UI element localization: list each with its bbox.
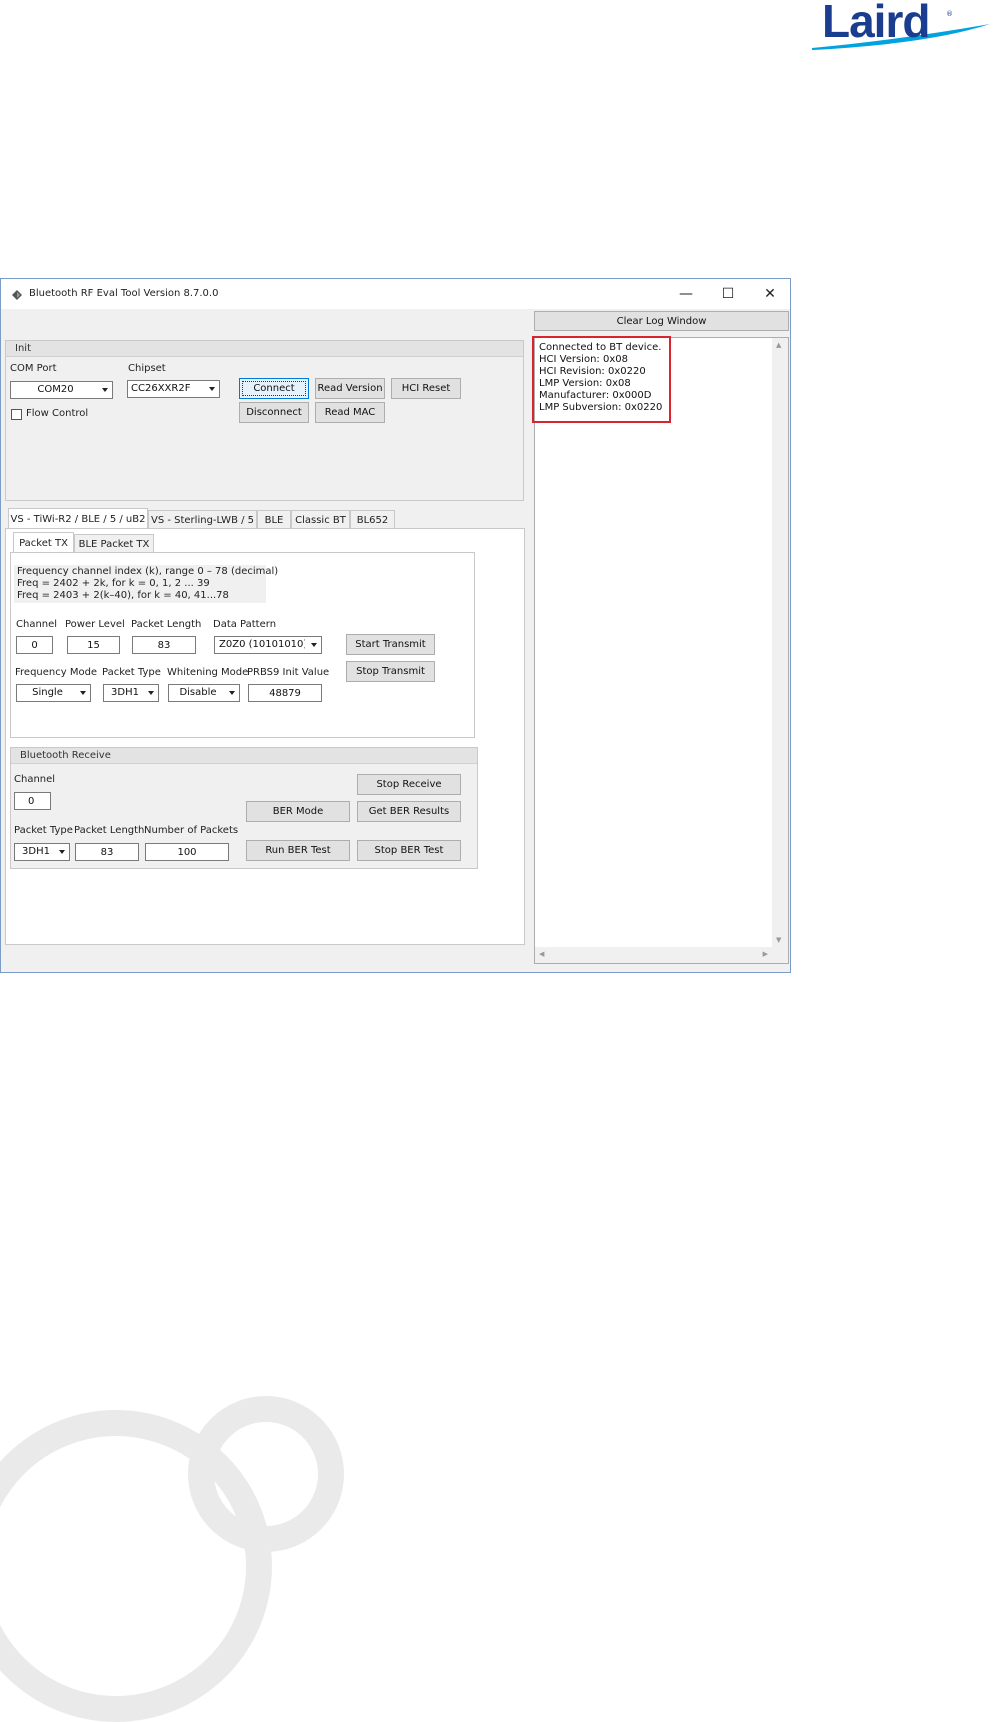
run-ber-test-button[interactable]: Run BER Test [246,840,350,861]
logo-registered-mark: ® [946,10,953,18]
scroll-right-icon[interactable]: ▶ [763,950,768,958]
app-icon [12,290,22,300]
maximize-button[interactable]: ☐ [706,279,750,309]
receive-group-header: Bluetooth Receive [11,748,477,764]
chevron-down-icon [148,691,154,695]
clear-log-button[interactable]: Clear Log Window [534,311,789,331]
read-mac-button[interactable]: Read MAC [315,402,385,423]
scrollbar-corner [772,947,788,963]
whitening-mode-select[interactable]: Disable [168,684,240,702]
data-pattern-value: Z0Z0 (10101010) [219,639,305,650]
com-port-label: COM Port [10,363,57,374]
data-pattern-label: Data Pattern [213,619,277,630]
init-group-header: Init [6,341,523,357]
rx-packet-type-value: 3DH1 [22,846,50,857]
hci-reset-button[interactable]: HCI Reset [391,378,461,399]
chevron-down-icon [209,387,215,391]
subtab-ble-packet-tx[interactable]: BLE Packet TX [74,534,154,553]
tab-tiwi[interactable]: VS - TiWi-R2 / BLE / 5 / uB2 [8,508,148,529]
rx-channel-label: Channel [14,774,56,785]
get-ber-results-button[interactable]: Get BER Results [357,801,461,822]
chevron-down-icon [229,691,235,695]
flow-control-checkbox[interactable] [11,409,22,420]
tab-classic-bt[interactable]: Classic BT [291,510,350,529]
com-port-select[interactable]: COM20 [10,381,113,399]
scroll-left-icon[interactable]: ◀ [539,950,544,958]
whitening-mode-value: Disable [179,687,217,698]
logo-text: Laird [822,0,930,47]
tx-channel-label: Channel [16,619,58,630]
number-of-packets-input[interactable]: 100 [145,843,229,861]
tab-bl652[interactable]: BL652 [350,510,395,529]
ber-mode-button[interactable]: BER Mode [246,801,350,822]
close-button[interactable]: ✕ [748,279,792,309]
chipset-select[interactable]: CC26XXR2F [127,380,220,398]
init-group-title: Init [15,343,31,354]
rx-channel-input[interactable]: 0 [14,792,51,810]
frequency-mode-select[interactable]: Single [16,684,91,702]
read-version-button[interactable]: Read Version [315,378,385,399]
number-of-packets-label: Number of Packets [144,825,239,836]
disconnect-button[interactable]: Disconnect [239,402,309,423]
stop-ber-test-button[interactable]: Stop BER Test [357,840,461,861]
chipset-value: CC26XXR2F [131,383,191,394]
minimize-button[interactable]: — [664,279,708,309]
close-icon: ✕ [764,286,776,302]
prbs9-input[interactable]: 48879 [248,684,322,702]
tx-info-line: Frequency channel index (k), range 0 – 7… [17,566,279,577]
tx-packet-type-select[interactable]: 3DH1 [103,684,159,702]
chevron-down-icon [59,850,65,854]
log-window[interactable]: Connected to BT device. HCI Version: 0x0… [534,337,789,964]
watermark-circle-small [188,1396,344,1552]
prbs9-label: PRBS9 Init Value [247,667,330,678]
power-level-input[interactable]: 15 [67,636,120,654]
maximize-icon: ☐ [721,286,735,302]
connect-button[interactable]: Connect [239,378,309,399]
frequency-mode-label: Frequency Mode [15,667,98,678]
receive-group-title: Bluetooth Receive [20,750,111,761]
highlight-box [532,336,671,423]
tx-packet-type-label: Packet Type [102,667,161,678]
scroll-down-icon[interactable]: ▼ [776,936,781,944]
stop-receive-button[interactable]: Stop Receive [357,774,461,795]
subtab-packet-tx[interactable]: Packet TX [13,532,74,553]
rx-packet-type-select[interactable]: 3DH1 [14,843,70,861]
scroll-up-icon[interactable]: ▲ [776,341,781,349]
chevron-down-icon [102,388,108,392]
window-title: Bluetooth RF Eval Tool Version 8.7.0.0 [29,288,219,299]
flow-control-label: Flow Control [26,408,89,419]
tx-packet-length-input[interactable]: 83 [132,636,196,654]
log-vertical-scrollbar[interactable]: ▲ ▼ [772,338,788,947]
tx-channel-input[interactable]: 0 [16,636,53,654]
data-pattern-select[interactable]: Z0Z0 (10101010) [214,636,322,654]
whitening-mode-label: Whitening Mode [167,667,249,678]
tab-sterling[interactable]: VS - Sterling-LWB / 5 [148,510,257,529]
minimize-icon: — [679,286,693,302]
frequency-mode-value: Single [32,687,63,698]
tx-info-line: Freq = 2403 + 2(k–40), for k = 40, 41...… [17,590,229,601]
log-horizontal-scrollbar[interactable]: ◀ ▶ [535,947,772,963]
power-level-label: Power Level [65,619,125,630]
start-transmit-button[interactable]: Start Transmit [346,634,435,655]
stop-transmit-button[interactable]: Stop Transmit [346,661,435,682]
tx-info-line: Freq = 2402 + 2k, for k = 0, 1, 2 ... 39 [17,578,210,589]
chipset-label: Chipset [128,363,166,374]
rx-packet-length-label: Packet Length [74,825,145,836]
chevron-down-icon [80,691,86,695]
tx-packet-length-label: Packet Length [131,619,202,630]
tx-packet-type-value: 3DH1 [111,687,139,698]
rx-packet-type-label: Packet Type [14,825,73,836]
com-port-value: COM20 [37,384,74,395]
title-bar[interactable]: Bluetooth RF Eval Tool Version 8.7.0.0 —… [1,279,790,309]
tab-ble[interactable]: BLE [257,510,291,529]
chevron-down-icon [311,643,317,647]
rx-packet-length-input[interactable]: 83 [75,843,139,861]
